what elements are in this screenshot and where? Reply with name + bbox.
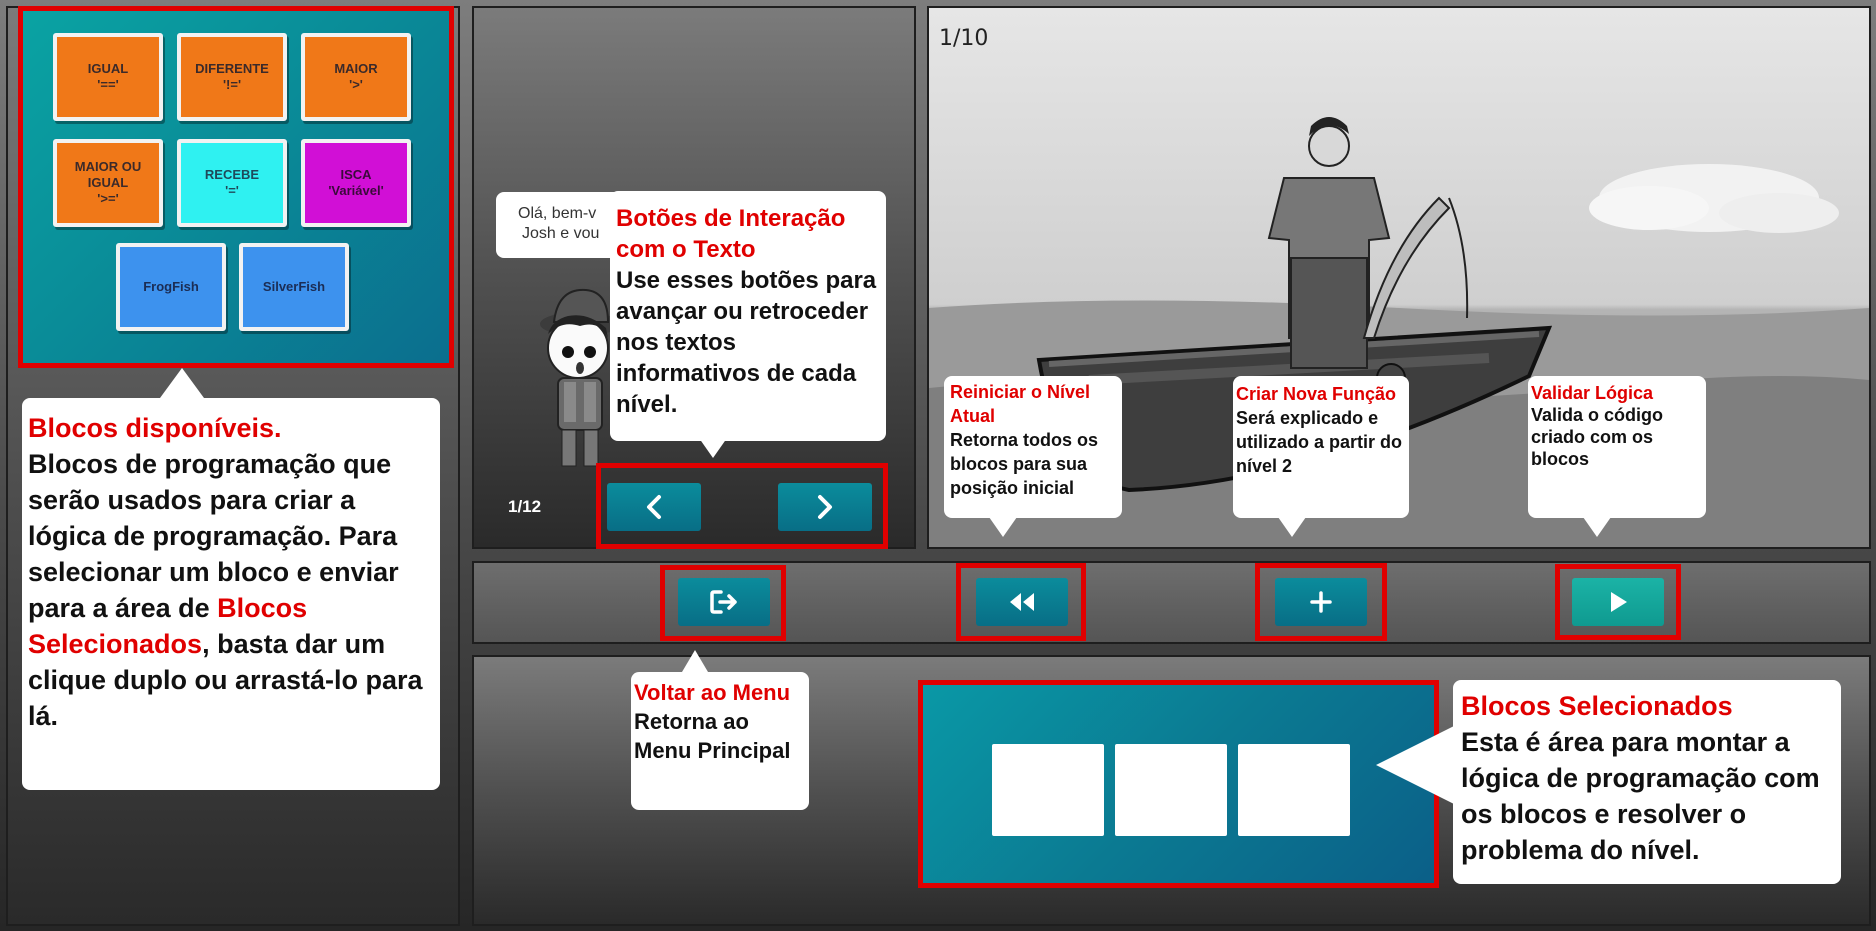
- tip-selected-blocks-title: Blocos Selecionados: [1461, 691, 1733, 721]
- tip-arrow: [1278, 517, 1306, 537]
- chevron-left-icon: [644, 494, 664, 520]
- tip-arrow: [682, 650, 708, 672]
- tip-new-function-title: Criar Nova Função: [1236, 384, 1397, 404]
- tip-text-buttons-body: Use esses botões para avançar ou retroce…: [616, 267, 877, 418]
- tip-arrow: [699, 438, 727, 458]
- tip-validate: Validar Lógica Valida o código criado co…: [1528, 376, 1706, 518]
- block-igual[interactable]: IGUAL '==': [53, 33, 163, 121]
- tip-selected-blocks-body: Esta é área para montar a lógica de prog…: [1461, 727, 1820, 865]
- tip-arrow: [1583, 517, 1611, 537]
- tip-arrow: [160, 368, 204, 398]
- tip-blocks-available-title: Blocos disponíveis.: [28, 413, 282, 443]
- text-next-button[interactable]: [778, 483, 872, 531]
- tip-back-menu: Voltar ao Menu Retorna ao Menu Principal: [631, 672, 809, 810]
- text-prev-button[interactable]: [607, 483, 701, 531]
- tip-reset: Reiniciar o Nível Atual Retorna todos os…: [944, 376, 1122, 518]
- tip-new-function-body: Será explicado e utilizado a partir do n…: [1236, 408, 1403, 476]
- tip-new-function: Criar Nova Função Será explicado e utili…: [1233, 376, 1409, 518]
- tip-arrow: [989, 517, 1017, 537]
- tip-back-menu-body: Retorna ao Menu Principal: [634, 709, 791, 763]
- tip-reset-body: Retorna todos os blocos para sua posição…: [950, 430, 1099, 498]
- block-slot[interactable]: [992, 744, 1104, 836]
- rewind-icon: [1007, 591, 1037, 613]
- block-diferente[interactable]: DIFERENTE '!=': [177, 33, 287, 121]
- dialog-page-counter: 1/12: [508, 497, 542, 516]
- tip-arrow: [1376, 725, 1456, 805]
- tip-back-menu-title: Voltar ao Menu: [634, 680, 791, 705]
- play-icon: [1607, 590, 1629, 614]
- tip-text-buttons: Botões de Interação com o Texto Use esse…: [610, 191, 886, 441]
- new-function-button[interactable]: [1275, 578, 1367, 626]
- block-slot[interactable]: [1115, 744, 1227, 836]
- validate-logic-button[interactable]: [1572, 578, 1664, 626]
- tip-blocks-available-body: Blocos de programação que serão usados p…: [28, 449, 399, 623]
- tip-text-buttons-title: Botões de Interação com o Texto: [616, 205, 846, 263]
- chevron-right-icon: [815, 494, 835, 520]
- tip-blocks-available: Blocos disponíveis. Blocos de programaçã…: [22, 398, 440, 790]
- block-isca[interactable]: ISCA 'Variável': [301, 139, 411, 227]
- block-recebe[interactable]: RECEBE '=': [177, 139, 287, 227]
- block-maior-ou-igual[interactable]: MAIOR OU IGUAL '>=': [53, 139, 163, 227]
- tip-validate-body: Valida o código criado com os blocos: [1531, 405, 1664, 469]
- tip-validate-title: Validar Lógica: [1531, 383, 1654, 403]
- available-blocks-area: IGUAL '==' DIFERENTE '!=' MAIOR '>' MAIO…: [18, 6, 454, 368]
- tip-reset-title: Reiniciar o Nível Atual: [950, 382, 1091, 426]
- reset-level-button[interactable]: [976, 578, 1068, 626]
- tip-selected-blocks: Blocos Selecionados Esta é área para mon…: [1453, 680, 1841, 884]
- exit-icon: [709, 588, 739, 616]
- block-frogfish[interactable]: FrogFish: [116, 243, 226, 331]
- back-to-menu-button[interactable]: [678, 578, 770, 626]
- plus-icon: [1309, 590, 1333, 614]
- block-slot[interactable]: [1238, 744, 1350, 836]
- block-maior[interactable]: MAIOR '>': [301, 33, 411, 121]
- block-silverfish[interactable]: SilverFish: [239, 243, 349, 331]
